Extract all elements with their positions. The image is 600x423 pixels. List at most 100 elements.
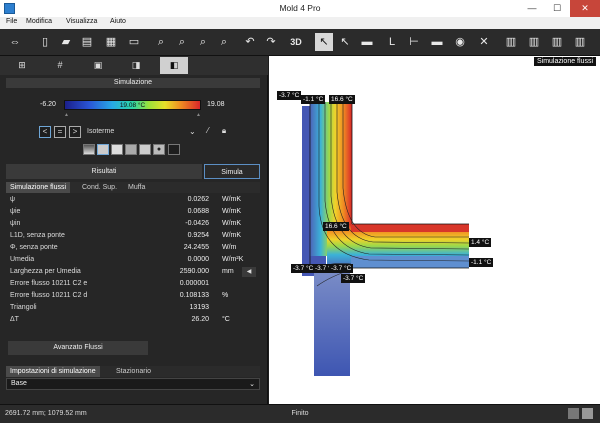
style-swatch-flat[interactable] bbox=[111, 144, 123, 155]
menu-file[interactable]: File bbox=[6, 18, 17, 25]
import-icon[interactable]: ▤ bbox=[78, 33, 96, 51]
status-text: Finito bbox=[291, 410, 309, 417]
new-file-icon[interactable]: ▯ bbox=[36, 33, 54, 51]
tab-simulation-settings[interactable]: Impostazioni di simulazione bbox=[6, 366, 100, 377]
tab-surface-conditions[interactable]: Cond. Sup. bbox=[78, 182, 121, 193]
scale-left-marker: ▲ bbox=[64, 112, 69, 118]
swap-icon[interactable]: ⇔ bbox=[6, 33, 24, 51]
measure-icon[interactable]: ⊢ bbox=[405, 33, 423, 51]
isotherm-line bbox=[336, 102, 470, 244]
results-bar: Risultati Simula bbox=[6, 164, 260, 179]
results-tab[interactable]: Risultati bbox=[6, 164, 202, 179]
chart-icon-1[interactable]: ▥ bbox=[502, 33, 520, 51]
temp-label: 1.4 °C bbox=[469, 238, 492, 247]
result-row: Errore flusso 10211 C2 d 0.108133 % bbox=[10, 292, 229, 299]
advanced-flows-button[interactable]: Avanzato Flussi bbox=[8, 341, 148, 355]
drop-icon[interactable]: ● bbox=[153, 144, 165, 155]
chart-icon-4[interactable]: ▥ bbox=[571, 33, 589, 51]
temp-label: -3.7 °C bbox=[329, 264, 354, 273]
style-swatch-arrows[interactable] bbox=[125, 144, 137, 155]
eye-icon[interactable]: ◉ bbox=[451, 33, 469, 51]
annotation-icon[interactable]: ▬ bbox=[428, 33, 446, 51]
zoom-out-icon[interactable]: ⌕ bbox=[173, 33, 191, 51]
undo-icon[interactable]: ↶ bbox=[241, 33, 259, 51]
status-bar: 2691.72 mm; 1079.52 mm Finito bbox=[0, 404, 600, 423]
zoom-in-icon[interactable]: ⌕ bbox=[152, 33, 170, 51]
tab-geometry-icon[interactable]: ⊞ bbox=[8, 57, 36, 74]
main-toolbar: ⇔ ▯ ▰ ▤ ▦ ▭ ⌕ ⌕ ⌕ ⌕ ↶ ↷ 3D ↖ ↖ ▬ L ⊢ ▬ ◉… bbox=[0, 29, 600, 56]
open-folder-icon[interactable]: ▰ bbox=[57, 33, 75, 51]
prev-button[interactable]: < bbox=[39, 126, 51, 138]
menu-bar: File Modifica Visualizza Aiuto bbox=[0, 17, 600, 29]
tab-mold[interactable]: Muffa bbox=[124, 182, 149, 193]
print-icon[interactable]: ▦ bbox=[102, 33, 120, 51]
result-row: Φ, senza ponte 24.2455 W/m bbox=[10, 244, 237, 251]
section-simulation-header: Simulazione bbox=[6, 78, 260, 88]
pipette-icon[interactable]: ⁄ bbox=[202, 126, 214, 138]
width-arrow-button[interactable]: ◀ bbox=[242, 267, 256, 277]
menu-edit[interactable]: Modifica bbox=[26, 18, 52, 25]
tab-boundary-icon[interactable]: ◨ bbox=[122, 57, 150, 74]
equal-button[interactable]: = bbox=[54, 126, 66, 138]
select-pointer-icon[interactable]: ↖ bbox=[315, 33, 333, 51]
minimize-button[interactable]: — bbox=[520, 0, 544, 17]
temp-label: 16.6 °C bbox=[323, 222, 349, 231]
thermal-bridge-drawing bbox=[302, 102, 470, 376]
corner-icon[interactable]: L bbox=[383, 33, 401, 51]
window-title: Mold 4 Pro bbox=[279, 3, 321, 13]
scale-mid-value: 19.08 °C bbox=[119, 102, 146, 109]
floor-strip bbox=[351, 256, 469, 268]
result-row: ψin -0.0426 W/mK bbox=[10, 220, 242, 227]
result-row: Triangoli 13193 bbox=[10, 304, 209, 311]
maximize-button[interactable]: ☐ bbox=[545, 0, 569, 17]
ceiling-strip bbox=[351, 224, 469, 232]
settings-tabs: Impostazioni di simulazione Stazionario bbox=[6, 366, 260, 377]
results-subtabs: Simulazione flussi Cond. Sup. Muffa bbox=[6, 182, 260, 193]
zoom-window-icon[interactable]: ⌕ bbox=[215, 33, 233, 51]
tab-flow-simulation[interactable]: Simulazione flussi bbox=[6, 182, 71, 193]
simulation-canvas[interactable]: Simulazione flussi -3.7 °C -1.1 °C 16.6 … bbox=[269, 56, 600, 404]
result-row: L1D, senza ponte 0.9254 W/mK bbox=[10, 232, 242, 239]
color-scale-bar: 19.08 °C bbox=[64, 100, 201, 110]
ruler-icon[interactable]: ▬ bbox=[358, 33, 376, 51]
left-panel-tabs: ⊞ # ▣ ◨ ◧ bbox=[0, 56, 268, 75]
base-select-value: Base bbox=[11, 380, 27, 387]
redo-icon[interactable]: ↷ bbox=[262, 33, 280, 51]
style-swatch-lines[interactable] bbox=[97, 144, 109, 155]
style-swatch-dark[interactable] bbox=[168, 144, 180, 155]
tab-steady-state[interactable]: Stazionario bbox=[112, 366, 155, 377]
style-swatch-blank[interactable] bbox=[139, 144, 151, 155]
simulate-button[interactable]: Simula bbox=[204, 164, 260, 179]
title-bar: Mold 4 Pro — ☐ ✕ bbox=[0, 0, 600, 17]
view-3d-button[interactable]: 3D bbox=[287, 33, 305, 51]
zoom-fit-icon[interactable]: ⌕ bbox=[194, 33, 212, 51]
chart-icon-2[interactable]: ▥ bbox=[525, 33, 543, 51]
zoom-toggle-icon[interactable] bbox=[582, 408, 593, 419]
next-button[interactable]: > bbox=[69, 126, 81, 138]
grid-toggle-icon[interactable] bbox=[568, 408, 579, 419]
result-row: ΔT 26.20 °C bbox=[10, 316, 230, 323]
chevron-down-icon[interactable]: ⌄ bbox=[189, 127, 197, 137]
temp-label: 16.6 °C bbox=[329, 95, 355, 104]
save-icon[interactable]: ▭ bbox=[125, 33, 143, 51]
menu-help[interactable]: Aiuto bbox=[110, 18, 126, 25]
menu-view[interactable]: Visualizza bbox=[66, 18, 97, 25]
chart-icon-3[interactable]: ▥ bbox=[548, 33, 566, 51]
grid-mesh-icon[interactable]: ✕ bbox=[475, 33, 493, 51]
tab-grid-icon[interactable]: # bbox=[46, 57, 74, 74]
result-row: ψ 0.0262 W/mK bbox=[10, 196, 242, 203]
temp-label: -1.1 °C bbox=[301, 95, 326, 104]
result-row: Larghezza per Umedia 2590.000 mm ◀ bbox=[6, 267, 260, 278]
base-select[interactable]: Base ⌄ bbox=[6, 378, 260, 390]
tab-material-icon[interactable]: ▣ bbox=[84, 57, 112, 74]
select-node-icon[interactable]: ↖ bbox=[336, 33, 354, 51]
lock-icon[interactable]: 🔒︎ bbox=[218, 126, 230, 138]
left-panel: ⊞ # ▣ ◨ ◧ Simulazione -6.20 19.08 °C 19.… bbox=[0, 56, 268, 404]
tab-simulation-icon[interactable]: ◧ bbox=[160, 57, 188, 74]
result-row: ψie 0.0688 W/mK bbox=[10, 208, 242, 215]
temp-label: -3.7 °C bbox=[291, 264, 316, 273]
style-swatch-gradient[interactable] bbox=[83, 144, 95, 155]
display-mode-value[interactable]: Isoterme bbox=[87, 128, 114, 135]
temp-label: -1.1 °C bbox=[469, 258, 494, 267]
close-button[interactable]: ✕ bbox=[570, 0, 600, 17]
